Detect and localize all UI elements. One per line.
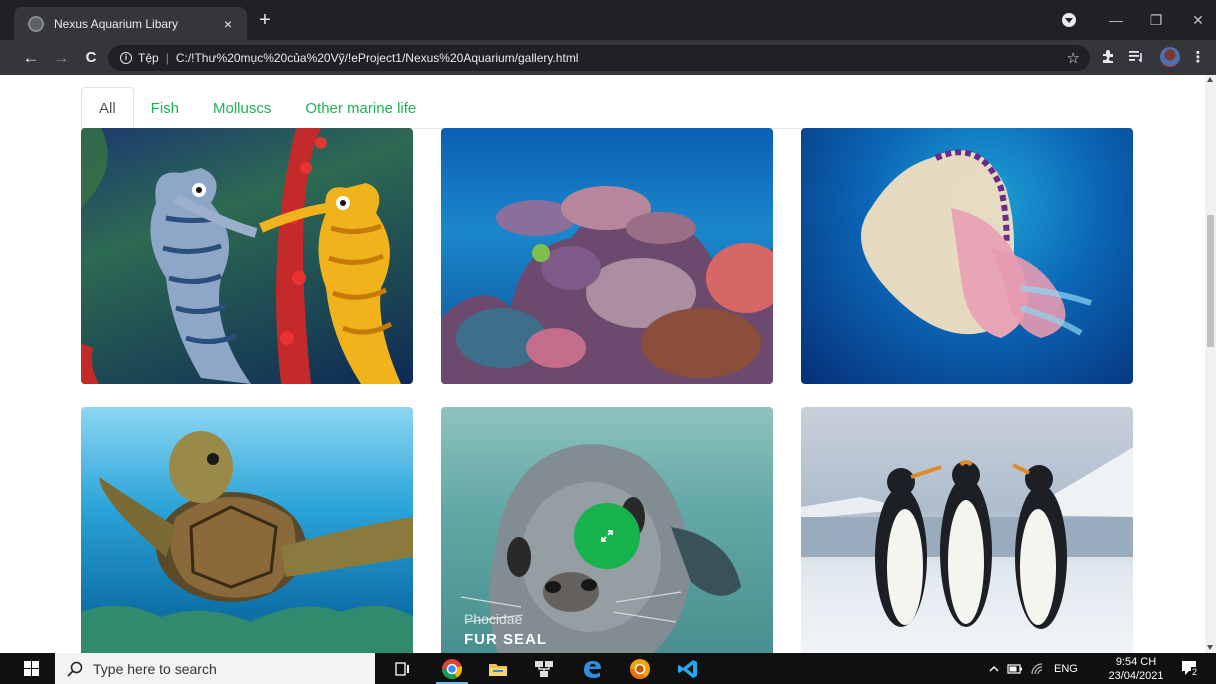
reload-button[interactable]: C	[80, 47, 102, 69]
penguins-image	[801, 447, 1133, 629]
seahorses-image	[81, 128, 401, 384]
notification-count: 2	[1191, 667, 1199, 677]
battery-icon[interactable]	[1007, 653, 1023, 684]
action-center-icon[interactable]: 2	[1181, 660, 1199, 677]
taskbar-search-box[interactable]: Type here to search	[55, 653, 375, 684]
chrome-canary-icon[interactable]	[628, 657, 652, 681]
gallery-item-penguins[interactable]	[801, 407, 1133, 653]
browser-tab-bar: Nexus Aquarium Libary × + — ❐ ✕	[0, 0, 1216, 40]
profile-avatar[interactable]	[1160, 47, 1180, 67]
back-button[interactable]: ←	[20, 47, 42, 69]
filter-tab-molluscs[interactable]: Molluscs	[196, 87, 288, 129]
globe-icon	[28, 15, 44, 32]
filter-tab-all[interactable]: All	[81, 87, 134, 129]
file-explorer-icon[interactable]	[486, 657, 510, 681]
browser-tab[interactable]: Nexus Aquarium Libary ×	[14, 7, 247, 40]
gallery-page: All Fish Molluscs Other marine life Phoc…	[0, 75, 1205, 653]
browser-menu-icon[interactable]: ⋮	[1188, 48, 1208, 68]
vscode-icon[interactable]	[676, 657, 700, 681]
page-scrollbar[interactable]	[1205, 75, 1216, 653]
gallery-filter-tabs: All Fish Molluscs Other marine life	[81, 87, 433, 129]
gallery-item-sea-turtle[interactable]	[81, 407, 413, 653]
search-icon	[67, 661, 83, 677]
bookmark-star-icon[interactable]: ☆	[1067, 49, 1080, 67]
maximize-button[interactable]: ❐	[1144, 9, 1168, 31]
tab-close-button[interactable]: ×	[219, 16, 237, 32]
browser-toolbar: ← → C i Tệp | C:/!Thư%20mục%20của%20Vỹ/!…	[0, 40, 1216, 75]
extensions-puzzle-icon[interactable]	[1098, 48, 1118, 68]
gallery-item-fur-seal[interactable]: Phocidae FUR SEAL	[441, 407, 773, 653]
language-indicator[interactable]: ENG	[1054, 653, 1078, 684]
url-text[interactable]: C:/!Thư%20mục%20của%20Vỹ/!eProject1/Nexu…	[176, 51, 579, 65]
task-view-icon[interactable]	[390, 657, 414, 681]
address-separator: |	[165, 51, 169, 65]
image-caption-title: FUR SEAL	[464, 631, 547, 648]
scroll-up-arrow-icon[interactable]	[1207, 77, 1213, 82]
gallery-item-seahorses[interactable]	[81, 128, 413, 384]
expand-arrows-icon	[601, 530, 613, 542]
chrome-taskbar-icon[interactable]	[440, 657, 464, 681]
wifi-icon[interactable]	[1030, 653, 1046, 684]
edge-legacy-icon[interactable]	[580, 657, 604, 681]
reading-list-icon[interactable]	[1126, 48, 1146, 68]
address-bar[interactable]: i Tệp | C:/!Thư%20mục%20của%20Vỹ/!eProje…	[108, 45, 1090, 71]
image-caption-subtitle: Phocidae	[464, 611, 523, 627]
windows-start-icon[interactable]	[24, 661, 40, 677]
minimize-button[interactable]: —	[1104, 9, 1128, 31]
clock-date: 23/04/2021	[1108, 670, 1164, 682]
network-app-icon[interactable]	[532, 657, 556, 681]
filter-tab-fish[interactable]: Fish	[134, 87, 196, 129]
clock-time: 9:54 CH	[1115, 656, 1157, 668]
gallery-item-coral-reef[interactable]	[441, 128, 773, 384]
expand-image-button[interactable]	[574, 503, 640, 569]
scroll-down-arrow-icon[interactable]	[1207, 645, 1213, 650]
windows-taskbar: Type here to search ENG 9:54 CH 23/04/20…	[0, 653, 1216, 684]
tab-search-icon[interactable]	[1062, 13, 1076, 27]
sea-turtle-image	[81, 431, 413, 653]
info-icon[interactable]: i	[120, 52, 132, 64]
filter-tab-other-marine-life[interactable]: Other marine life	[288, 87, 433, 129]
coral-reef-image	[441, 186, 773, 384]
scheme-label: Tệp	[138, 51, 159, 65]
show-hidden-icons-chevron-icon[interactable]	[988, 653, 1000, 684]
taskbar-clock[interactable]: 9:54 CH 23/04/2021	[1104, 655, 1168, 683]
tab-title: Nexus Aquarium Libary	[54, 16, 179, 31]
gallery-item-jellyfish[interactable]	[801, 128, 1133, 384]
close-window-button[interactable]: ✕	[1186, 9, 1210, 31]
search-placeholder: Type here to search	[93, 660, 217, 677]
jellyfish-image	[861, 149, 1092, 338]
new-tab-button[interactable]: +	[254, 9, 276, 31]
forward-button[interactable]: →	[50, 47, 72, 69]
scrollbar-thumb[interactable]	[1207, 215, 1214, 347]
